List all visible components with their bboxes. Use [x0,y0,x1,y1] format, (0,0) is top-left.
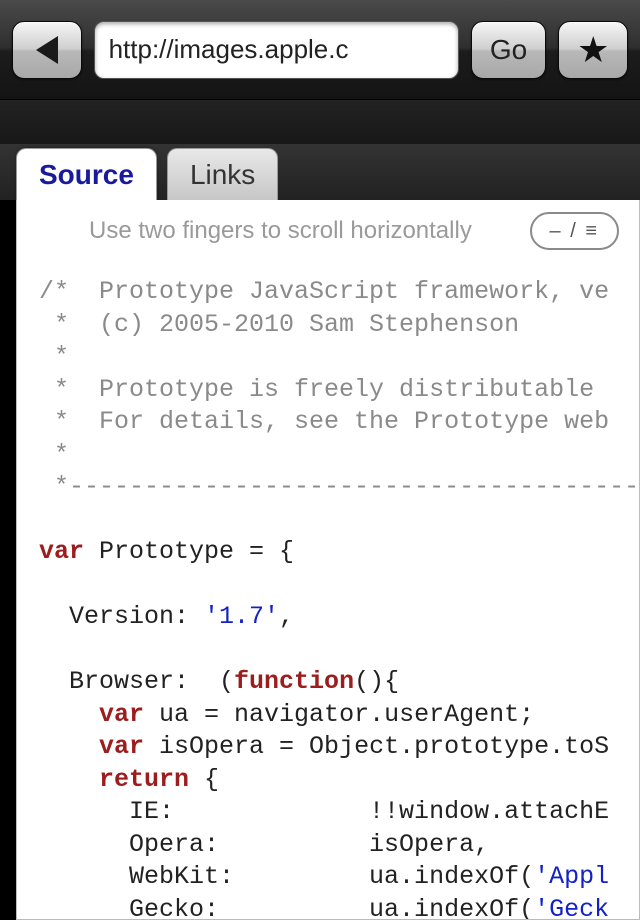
code-token: 'Geck [534,895,609,920]
code-line: * (c) 2005-2010 Sam Stephenson [39,310,519,339]
code-line: *-------------------------------------- [39,472,639,501]
code-token: Version: [39,602,204,631]
code-line: * For details, see the Prototype web [39,407,609,436]
go-button[interactable]: Go [471,21,547,79]
code-token: var [39,537,84,566]
code-line: * Prototype is freely distributable [39,375,609,404]
go-button-label: Go [490,34,527,66]
tabs-row: Source Links [0,144,640,200]
code-token: 'Appl [534,862,609,891]
code-token [39,732,99,761]
source-code[interactable]: /* Prototype JavaScript framework, ve * … [17,262,639,920]
wrap-toggle-button[interactable]: – / ≡ [530,212,619,250]
code-line: /* Prototype JavaScript framework, ve [39,277,609,306]
code-token [39,765,99,794]
code-token: { [189,765,219,794]
code-token [39,700,99,729]
code-token: return [99,765,189,794]
star-icon: ★ [577,32,609,68]
code-token: (){ [354,667,399,696]
bookmark-button[interactable]: ★ [558,21,628,79]
back-button[interactable] [12,21,82,79]
code-token: Prototype = { [84,537,294,566]
source-panel: Use two fingers to scroll horizontally –… [16,200,640,920]
code-token: function [234,667,354,696]
code-token: Browser: ( [39,667,234,696]
tab-source-label: Source [39,159,134,191]
code-token: Gecko: ua.indexOf( [39,895,534,920]
code-token: var [99,732,144,761]
back-triangle-icon [36,36,58,64]
code-token: , [279,602,294,631]
code-line: Opera: isOpera, [39,830,489,859]
url-input[interactable] [94,21,459,79]
tab-links[interactable]: Links [167,148,278,200]
code-line: * [39,440,69,469]
code-token: isOpera = Object.prototype.toS [144,732,609,761]
code-token: '1.7' [204,602,279,631]
hint-row: Use two fingers to scroll horizontally –… [17,200,639,262]
code-token: var [99,700,144,729]
tab-links-label: Links [190,159,255,191]
code-line: * [39,342,69,371]
scroll-hint: Use two fingers to scroll horizontally [89,217,472,245]
tab-source[interactable]: Source [16,148,157,200]
wrap-toggle-label: – / ≡ [550,220,599,243]
code-token: WebKit: ua.indexOf( [39,862,534,891]
code-line: IE: !!window.attachE [39,797,609,826]
code-token: ua = navigator.userAgent; [144,700,534,729]
toolbar: Go ★ [0,0,640,100]
toolbar-gap [0,100,640,144]
